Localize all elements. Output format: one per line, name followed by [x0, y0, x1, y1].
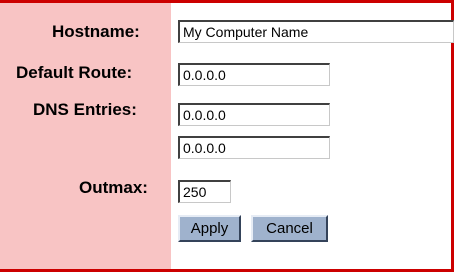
cancel-button[interactable]: Cancel — [251, 215, 328, 242]
outmax-label: Outmax: — [79, 178, 148, 197]
hostname-label: Hostname: — [52, 22, 140, 41]
dns-entry-2-field[interactable] — [178, 136, 330, 159]
hostname-field[interactable] — [178, 20, 454, 43]
apply-button[interactable]: Apply — [178, 215, 241, 242]
dns-entries-label: DNS Entries: — [33, 100, 137, 119]
default-route-label: Default Route: — [16, 63, 133, 82]
network-settings-panel: Hostname: Default Route: DNS Entries: Ou… — [0, 0, 454, 272]
label-column — [0, 3, 171, 269]
outmax-field[interactable] — [178, 180, 231, 203]
dns-entry-1-field[interactable] — [178, 103, 330, 126]
default-route-field[interactable] — [178, 63, 330, 86]
